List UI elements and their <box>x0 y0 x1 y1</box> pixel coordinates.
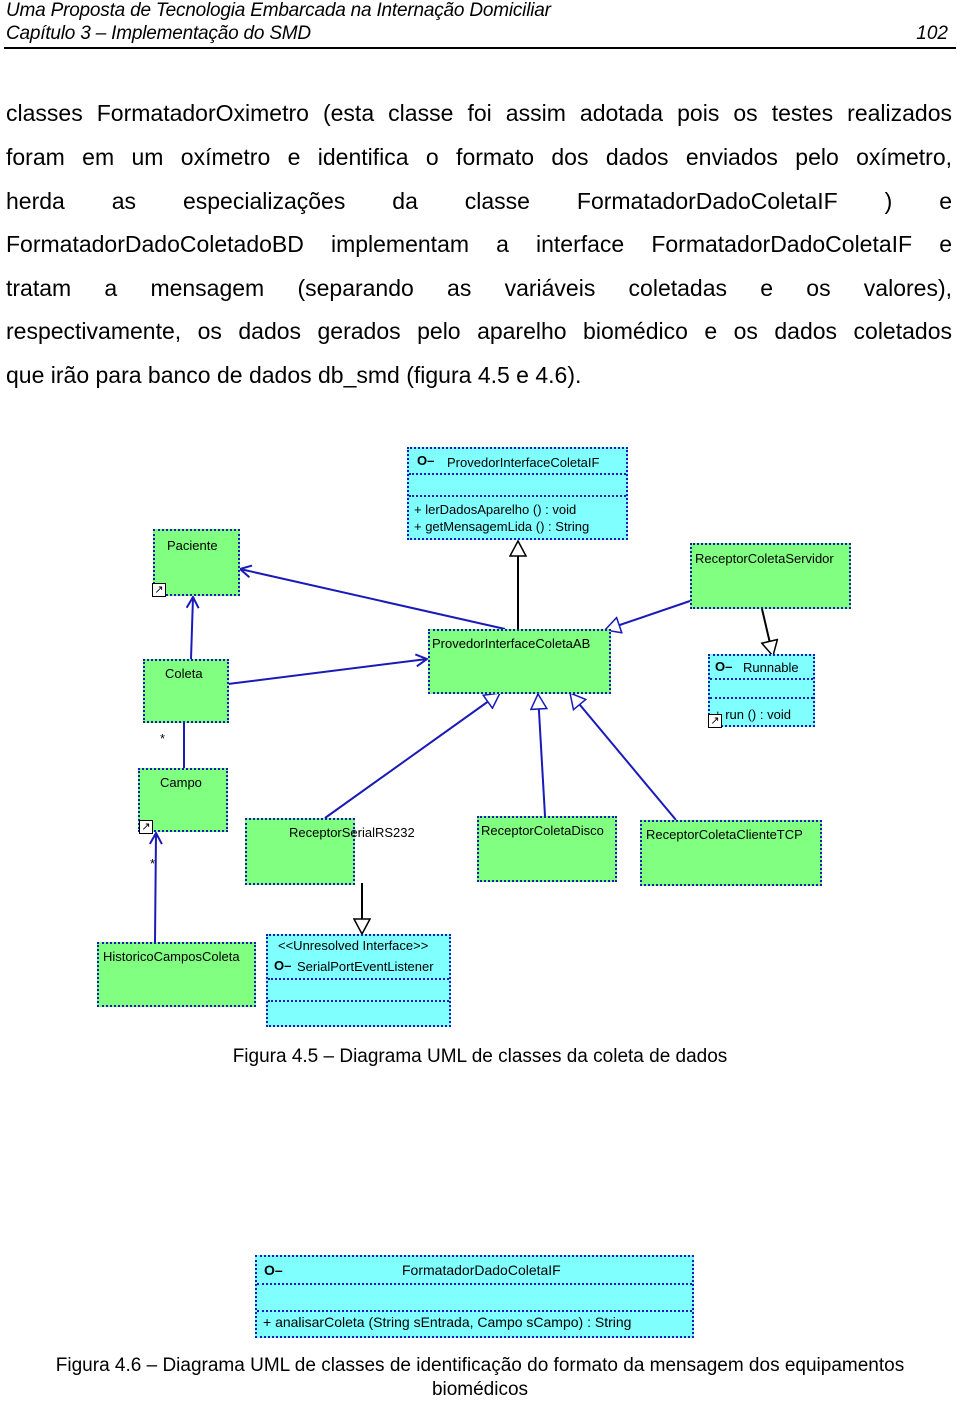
operation: + analisarColeta (String sEntrada, Campo… <box>263 1314 632 1330</box>
compartment-divider <box>409 473 626 475</box>
interface-runnable[interactable]: O– Runnable + run () : void <box>708 654 815 727</box>
class-name: FormatadorDadoColetaIF <box>402 1262 561 1278</box>
class-name: ReceptorColetaServidor <box>695 551 834 566</box>
class-name: ReceptorColetaDisco <box>481 823 604 838</box>
class-name: Coleta <box>165 666 203 681</box>
gen-tcp-ab <box>570 693 677 821</box>
class-provedor-interface-coleta-ab[interactable]: ProvedorInterfaceColetaAB <box>428 629 611 694</box>
shortcut-icon: ↗ <box>708 714 722 728</box>
compartment-divider <box>710 697 813 699</box>
interface-icon: O– <box>274 958 292 973</box>
figure-caption-4-5: Figura 4.5 – Diagrama UML de classes da … <box>232 1046 728 1067</box>
compartment-divider <box>268 1000 449 1002</box>
assoc-ab-paciente <box>240 569 506 630</box>
operation: + getMensagemLida () : String <box>414 519 590 534</box>
class-name: Campo <box>160 775 202 790</box>
multiplicity-label: * <box>160 731 166 746</box>
class-coleta[interactable]: Coleta <box>143 659 229 723</box>
class-name: SerialPortEventListener <box>297 959 434 974</box>
assoc-coleta-ab <box>227 659 427 685</box>
interface-icon: O– <box>417 453 435 468</box>
class-name: Runnable <box>743 660 799 675</box>
realize-servidor-runnable <box>762 608 773 656</box>
class-name: ReceptorSerialRS232 <box>289 825 415 840</box>
class-historico-campos-coleta[interactable]: HistoricoCamposColeta <box>97 942 256 1007</box>
class-name: ReceptorColetaClienteTCP <box>646 827 803 842</box>
class-receptor-serial-rs232[interactable]: ReceptorSerialRS232 <box>245 818 415 885</box>
multiplicity-label: * <box>150 856 156 871</box>
compartment-divider <box>257 1310 692 1312</box>
class-name: ProvedorInterfaceColetaIF <box>447 455 600 470</box>
compartment-divider <box>710 678 813 680</box>
stereotype-label: <<Unresolved Interface>> <box>278 938 429 953</box>
class-provedor-interface-coleta-if[interactable]: O– ProvedorInterfaceColetaIF + lerDadosA… <box>407 447 628 540</box>
class-receptor-coleta-servidor[interactable]: ReceptorColetaServidor <box>690 543 851 609</box>
gen-servidor-ab <box>605 600 691 630</box>
interface-icon: O– <box>715 659 733 674</box>
gen-rs232-ab <box>324 693 500 819</box>
figure-caption-4-6-line1: Figura 4.6 – Diagrama UML de classes de … <box>55 1355 905 1376</box>
interface-formatador-dado-coleta-if[interactable]: O– FormatadorDadoColetaIF + analisarCole… <box>255 1255 694 1338</box>
compartment-divider <box>409 495 626 497</box>
class-paciente[interactable]: Paciente <box>153 529 240 596</box>
gen-disco-ab <box>538 694 545 817</box>
assoc-coleta-paciente <box>191 597 193 660</box>
class-receptor-coleta-disco[interactable]: ReceptorColetaDisco <box>477 816 617 882</box>
class-name: HistoricoCamposColeta <box>103 949 240 964</box>
shortcut-icon: ↗ <box>139 820 153 834</box>
interface-icon: O– <box>264 1262 283 1278</box>
shortcut-icon: ↗ <box>152 583 166 597</box>
operation: + run () : void <box>714 707 791 722</box>
compartment-divider <box>257 1283 692 1285</box>
class-receptor-coleta-cliente-tcp[interactable]: ReceptorColetaClienteTCP <box>640 820 822 886</box>
class-name: ProvedorInterfaceColetaAB <box>432 636 591 651</box>
compartment-divider <box>268 978 449 980</box>
operation: + lerDadosAparelho () : void <box>414 502 577 517</box>
interface-serial-port-event-listener[interactable]: <<Unresolved Interface>> O– SerialPortEv… <box>266 934 451 1027</box>
class-name: Paciente <box>167 538 218 553</box>
assoc-historico-campo <box>155 833 156 943</box>
